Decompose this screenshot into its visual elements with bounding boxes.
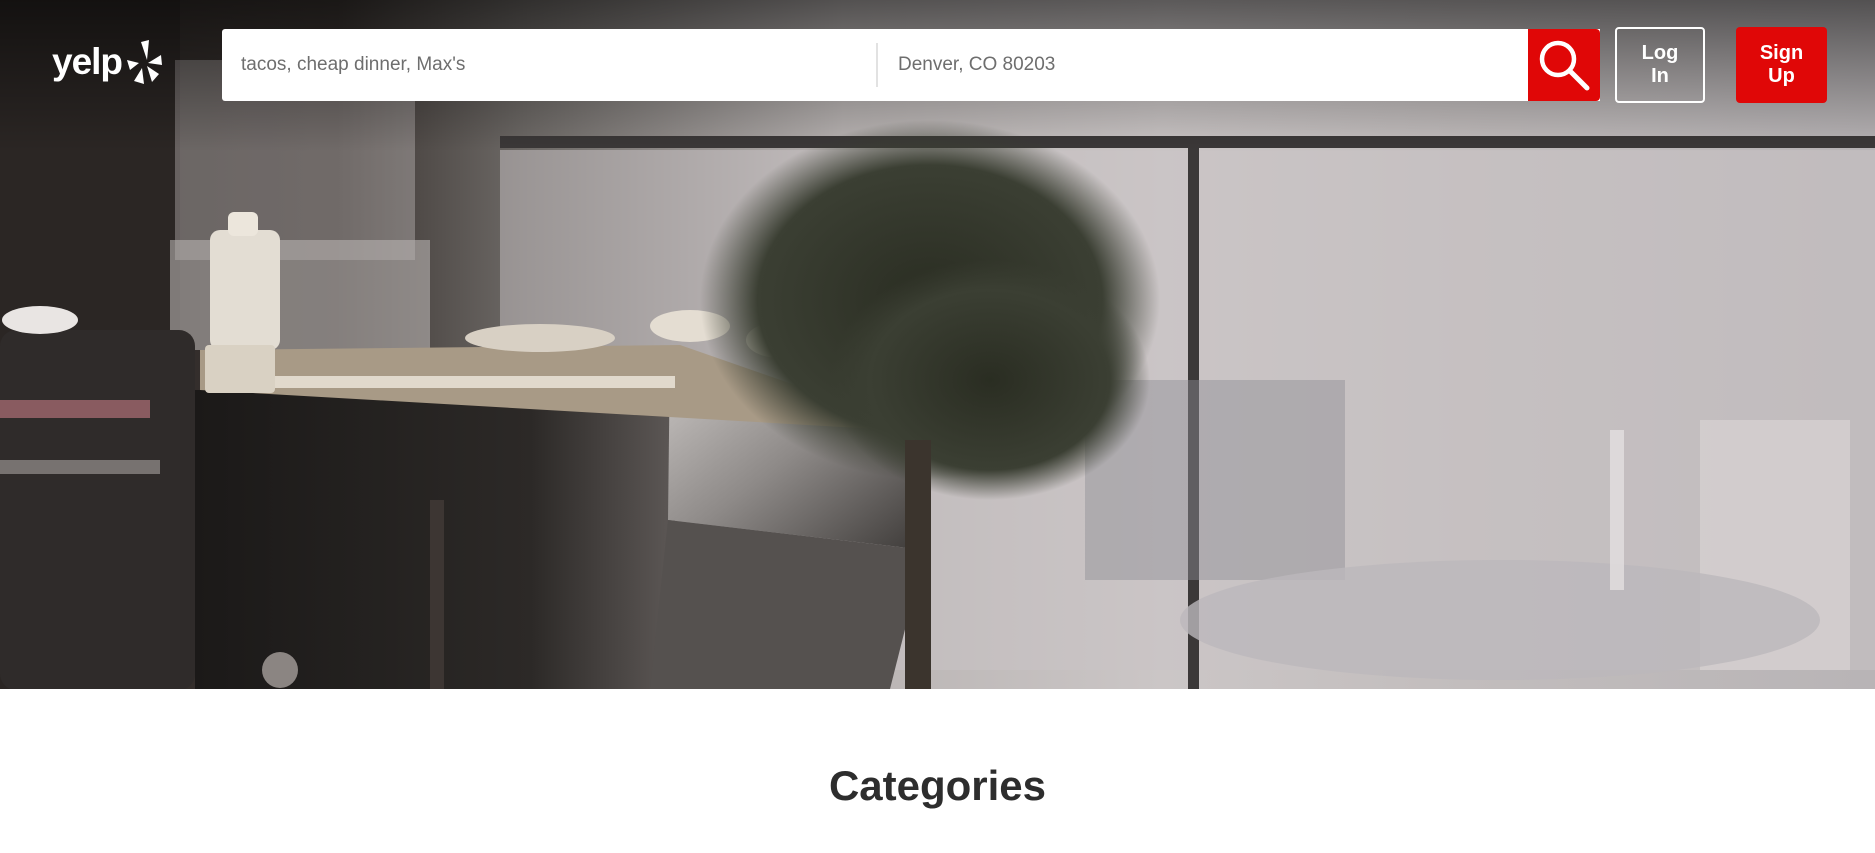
- search-button[interactable]: [1528, 29, 1600, 101]
- signup-button[interactable]: Sign Up: [1736, 27, 1827, 103]
- search-icon: [1539, 40, 1590, 91]
- yelp-logo[interactable]: yelp: [52, 36, 163, 88]
- login-button[interactable]: Log In: [1615, 27, 1705, 103]
- yelp-burst-icon: [127, 40, 163, 84]
- login-label: Log In: [1641, 42, 1679, 87]
- search-bar: [222, 29, 1600, 101]
- signup-label: Sign Up: [1759, 42, 1804, 87]
- near-input[interactable]: [878, 29, 1600, 101]
- find-input[interactable]: [222, 29, 876, 101]
- hero-photo: [0, 0, 1875, 689]
- hero-image: [0, 0, 1875, 689]
- section-title: Categories: [828, 762, 1047, 809]
- logo-text: yelp: [52, 41, 123, 82]
